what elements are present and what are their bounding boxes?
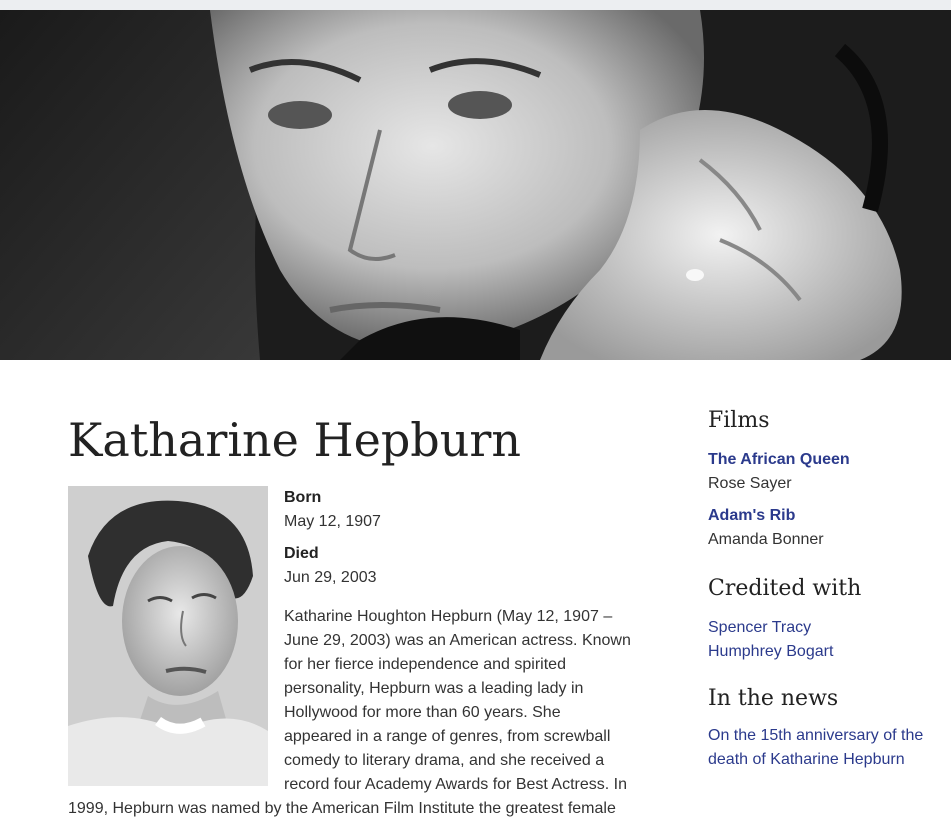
bio-line: appeared in a range of genres, from scre…: [284, 728, 611, 745]
bio-line: Hollywood for more than 60 years. She: [284, 704, 561, 721]
news-line: On the 15th anniversary of the: [708, 727, 924, 744]
sidebar: Films The African Queen Rose Sayer Adam'…: [708, 404, 951, 772]
bio-line: record four Academy Awards for Best Actr…: [284, 776, 627, 793]
film-link-adams-rib[interactable]: Adam's Rib: [708, 504, 951, 528]
page-title: Katharine Hepburn: [68, 413, 521, 467]
born-value: May 12, 1907: [284, 513, 381, 530]
film-link-the-african-queen[interactable]: The African Queen: [708, 448, 951, 472]
hero-banner-image: [0, 10, 951, 360]
fact-block: Born May 12, 1907 Died Jun 29, 2003: [284, 486, 654, 590]
news-heading: In the news: [708, 686, 839, 711]
bio-line: Katharine Houghton Hepburn (May 12, 1907…: [284, 608, 613, 625]
bio-line: June 29, 2003) was an American actress. …: [284, 632, 631, 649]
credited-link-humphrey-bogart[interactable]: Humphrey Bogart: [708, 640, 951, 664]
died-value: Jun 29, 2003: [284, 569, 377, 586]
biography: Katharine Houghton Hepburn (May 12, 1907…: [68, 605, 654, 821]
news-line: death of Katharine Hepburn: [708, 751, 905, 768]
film-role: Rose Sayer: [708, 475, 792, 492]
bio-line: personality, Hepburn was a leading lady …: [284, 680, 584, 697]
born-label: Born: [284, 489, 322, 506]
bio-line: 1999, Hepburn was named by the American …: [68, 800, 616, 817]
film-role: Amanda Bonner: [708, 531, 824, 548]
died-label: Died: [284, 545, 319, 562]
bio-line: comedy to literary drama, and she receiv…: [284, 752, 605, 769]
credited-link-spencer-tracy[interactable]: Spencer Tracy: [708, 616, 951, 640]
credited-heading: Credited with: [708, 576, 862, 601]
news-link[interactable]: On the 15th anniversary of the death of …: [708, 724, 951, 772]
bio-line: for her fierce independence and spirited: [284, 656, 566, 673]
films-heading: Films: [708, 408, 770, 433]
top-bar: [0, 0, 951, 10]
